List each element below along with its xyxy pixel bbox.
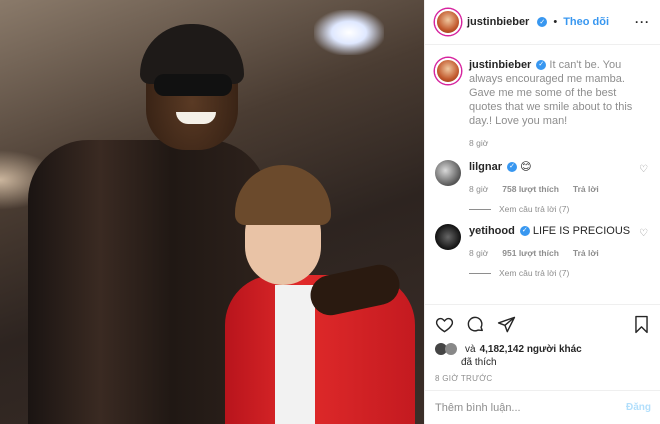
follow-button[interactable]: Theo dõi (563, 16, 609, 28)
comment-avatar[interactable] (435, 160, 461, 186)
man-sunglasses (154, 74, 232, 96)
header-username[interactable]: justinbieber (467, 16, 529, 28)
boy-white-shirt (275, 285, 315, 424)
replies-divider (469, 272, 491, 274)
comment-text: LIFE IS PRECIOUS (532, 225, 631, 237)
ellipsis-icon[interactable]: ··· (635, 15, 650, 29)
likes-summary: và 4,182,142 người khác (435, 343, 651, 355)
comment-username[interactable]: lilgnar (469, 161, 502, 173)
header-separator: • (553, 16, 558, 28)
post-comment-button[interactable]: Đăng (626, 402, 651, 413)
likes-prefix: và (465, 343, 476, 355)
view-replies-label: Xem câu trả lời (7) (499, 268, 570, 278)
action-icons (435, 313, 651, 335)
comment-likes[interactable]: 758 lượt thích (502, 182, 559, 196)
caption-username[interactable]: justinbieber (469, 59, 531, 71)
bookmark-icon[interactable] (632, 315, 651, 334)
liker-avatar (445, 343, 457, 355)
caption-avatar[interactable] (435, 58, 461, 84)
verified-badge-icon: ✓ (519, 226, 530, 237)
verified-badge-icon: ✓ (536, 60, 547, 71)
instagram-post: justinbieber ✓ • Theo dõi ··· justinbieb… (0, 0, 660, 424)
ceiling-light (314, 10, 384, 55)
reply-button[interactable]: Trả lời (573, 246, 599, 260)
caption-time: 8 giờ (469, 138, 489, 148)
post-sidebar: justinbieber ✓ • Theo dõi ··· justinbieb… (424, 0, 660, 424)
comments-list[interactable]: justinbieber ✓ It can't be. You always en… (425, 46, 660, 304)
like-comment-heart-icon[interactable]: ♡ (639, 228, 651, 260)
verified-badge-icon: ✓ (507, 162, 518, 173)
avatar[interactable] (435, 9, 461, 35)
likes-count[interactable]: 4,182,142 người khác (480, 344, 582, 355)
heart-icon[interactable] (435, 315, 454, 334)
post-header: justinbieber ✓ • Theo dõi ··· (425, 0, 660, 45)
reply-button[interactable]: Trả lời (573, 182, 599, 196)
comment-time: 8 giờ (469, 184, 489, 194)
posted-time: 8 GIỜ TRƯỚC (435, 374, 493, 383)
comment-text: 😊 (520, 161, 532, 173)
share-icon[interactable] (497, 315, 516, 334)
comment-likes[interactable]: 951 lượt thích (502, 246, 559, 260)
replies-divider (469, 208, 491, 210)
add-comment-bar: Đăng (425, 390, 660, 424)
view-replies-link[interactable]: Xem câu trả lời (7) (469, 268, 651, 278)
likes-suffix: đã thích (461, 357, 497, 368)
post-actions: và 4,182,142 người khác đã thích 8 GIỜ T… (425, 304, 660, 424)
man-smile (176, 112, 216, 124)
caption: justinbieber ✓ It can't be. You always en… (435, 58, 651, 150)
list-item: lilgnar ✓ 😊 8 giờ 758 lượt thích Trả lời … (435, 160, 651, 196)
post-photo[interactable] (0, 0, 424, 424)
comment-username[interactable]: yetihood (469, 225, 515, 237)
comment-avatar[interactable] (435, 224, 461, 250)
verified-badge-icon: ✓ (537, 17, 548, 27)
boy-hair (235, 165, 331, 225)
comment-icon[interactable] (466, 315, 485, 334)
like-comment-heart-icon[interactable]: ♡ (639, 164, 651, 196)
view-replies-link[interactable]: Xem câu trả lời (7) (469, 204, 651, 214)
list-item: yetihood ✓ LIFE IS PRECIOUS 8 giờ 951 lượ… (435, 224, 651, 260)
view-replies-label: Xem câu trả lời (7) (499, 204, 570, 214)
comment-input[interactable] (435, 401, 626, 414)
comment-time: 8 giờ (469, 248, 489, 258)
